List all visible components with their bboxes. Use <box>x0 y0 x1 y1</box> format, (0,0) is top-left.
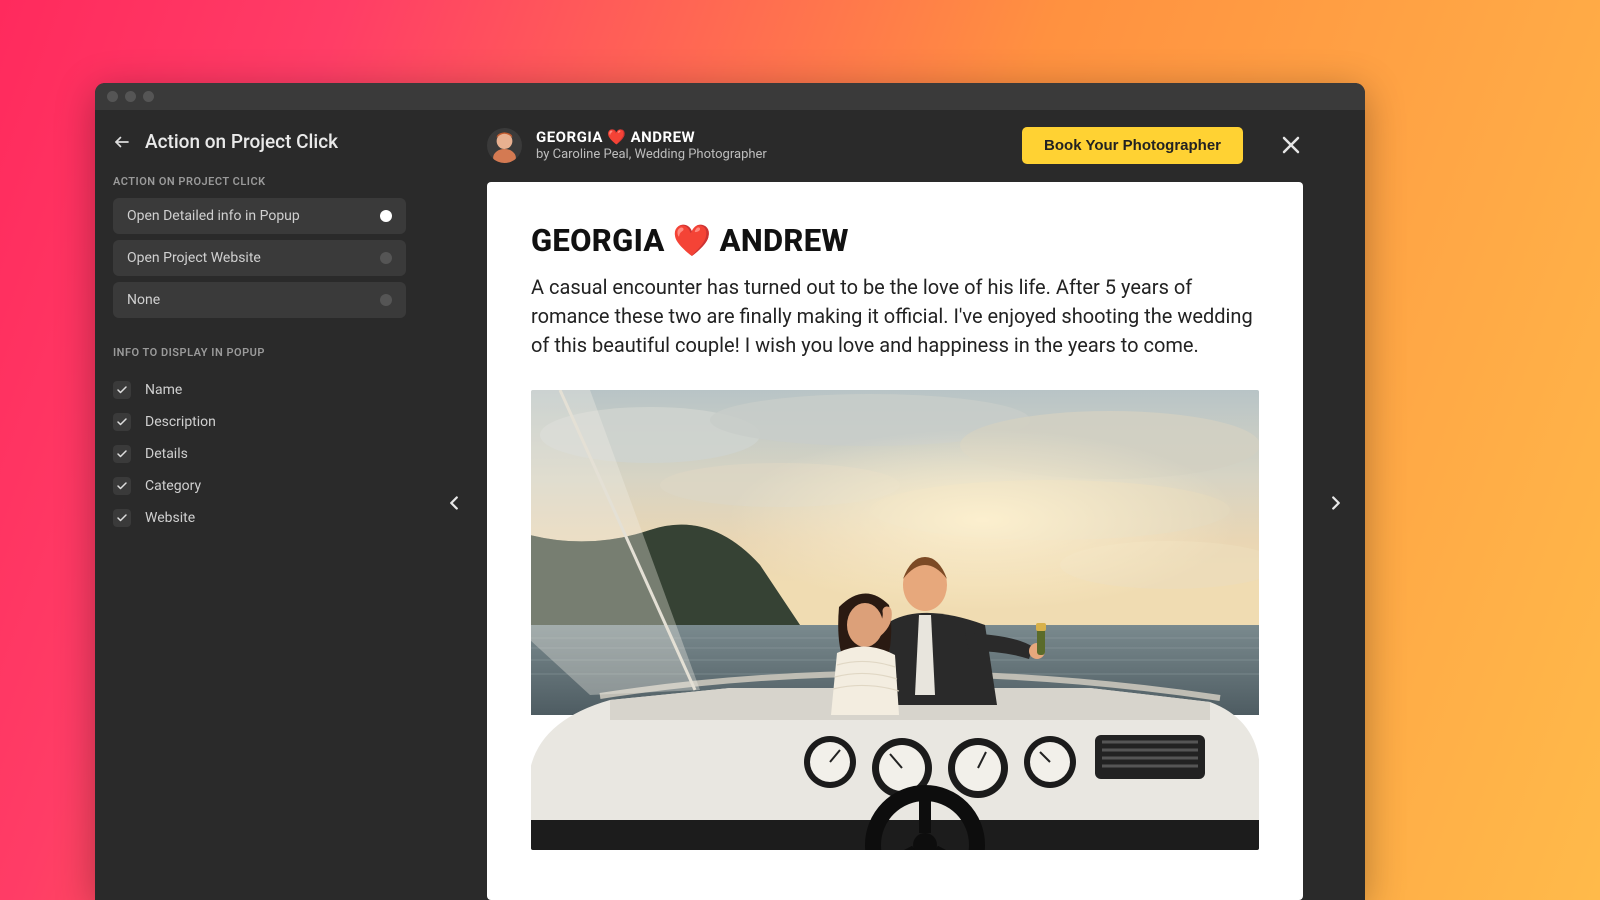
app-window: Action on Project Click ACTION ON PROJEC… <box>95 83 1365 900</box>
traffic-light-minimize-icon[interactable] <box>125 91 136 102</box>
radio-label: Open Project Website <box>127 250 261 266</box>
author-avatar[interactable] <box>487 128 522 163</box>
back-arrow-icon[interactable] <box>113 133 131 151</box>
popup-header-title: GEORGIA ❤️ ANDREW <box>536 128 767 146</box>
sidebar-header: Action on Project Click <box>95 110 424 175</box>
check-description[interactable]: Description <box>113 409 406 435</box>
check-name[interactable]: Name <box>113 377 406 403</box>
traffic-light-zoom-icon[interactable] <box>143 91 154 102</box>
check-label: Website <box>145 510 195 526</box>
popup-preview: GEORGIA ❤️ ANDREW by Caroline Peal, Wedd… <box>425 110 1365 900</box>
radio-open-popup[interactable]: Open Detailed info in Popup <box>113 198 406 234</box>
check-category[interactable]: Category <box>113 473 406 499</box>
radio-open-website[interactable]: Open Project Website <box>113 240 406 276</box>
radio-group-action: Open Detailed info in Popup Open Project… <box>95 198 424 318</box>
section-label-action: ACTION ON PROJECT CLICK <box>95 175 424 198</box>
popup-header: GEORGIA ❤️ ANDREW by Caroline Peal, Wedd… <box>487 110 1303 166</box>
radio-none[interactable]: None <box>113 282 406 318</box>
preview-area: GEORGIA ❤️ ANDREW by Caroline Peal, Wedd… <box>425 110 1365 900</box>
checkbox-checked-icon <box>113 477 131 495</box>
radio-dot-icon <box>380 252 392 264</box>
check-label: Details <box>145 446 188 462</box>
close-icon[interactable] <box>1279 133 1303 157</box>
radio-dot-icon <box>380 294 392 306</box>
check-label: Category <box>145 478 201 494</box>
check-group-info: Name Description Details Category Websit… <box>95 369 424 539</box>
popup-header-subtitle: by Caroline Peal, Wedding Photographer <box>536 147 767 162</box>
popup-titles: GEORGIA ❤️ ANDREW by Caroline Peal, Wedd… <box>536 128 767 162</box>
sidebar-title: Action on Project Click <box>145 130 338 153</box>
settings-sidebar: Action on Project Click ACTION ON PROJEC… <box>95 110 425 900</box>
check-details[interactable]: Details <box>113 441 406 467</box>
section-label-info: INFO TO DISPLAY IN POPUP <box>95 346 424 369</box>
checkbox-checked-icon <box>113 413 131 431</box>
check-label: Name <box>145 382 182 398</box>
radio-dot-icon <box>380 210 392 222</box>
project-title: GEORGIA ❤️ ANDREW <box>531 222 1259 259</box>
check-label: Description <box>145 414 216 430</box>
project-photo <box>531 390 1259 850</box>
checkbox-checked-icon <box>113 509 131 527</box>
app-body: Action on Project Click ACTION ON PROJEC… <box>95 110 1365 900</box>
checkbox-checked-icon <box>113 445 131 463</box>
window-titlebar <box>95 83 1365 110</box>
project-card: GEORGIA ❤️ ANDREW A casual encounter has… <box>487 182 1303 900</box>
cta-button[interactable]: Book Your Photographer <box>1022 127 1243 164</box>
checkbox-checked-icon <box>113 381 131 399</box>
radio-label: Open Detailed info in Popup <box>127 208 300 224</box>
traffic-light-close-icon[interactable] <box>107 91 118 102</box>
radio-label: None <box>127 292 160 308</box>
project-description: A casual encounter has turned out to be … <box>531 273 1259 360</box>
check-website[interactable]: Website <box>113 505 406 531</box>
